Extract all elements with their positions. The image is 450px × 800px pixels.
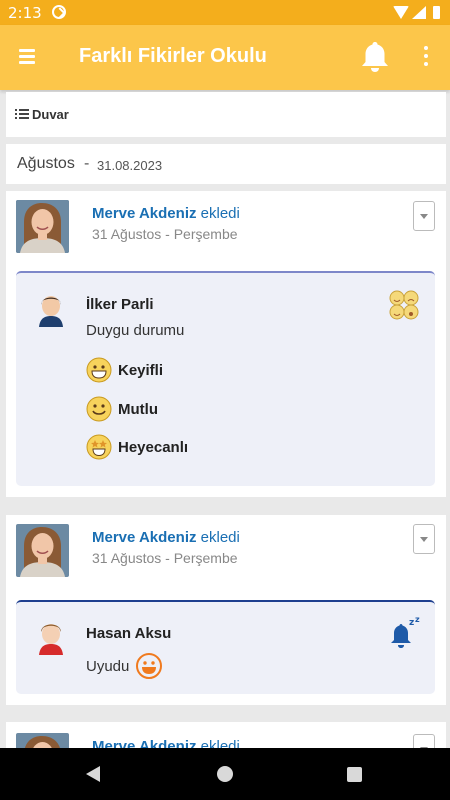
status-time: 2:13	[8, 4, 42, 22]
month-date: 31.08.2023	[97, 158, 163, 173]
student-avatar[interactable]	[33, 619, 69, 655]
student-name: İlker Parli	[86, 296, 154, 313]
post-author-line: Merve Akdeniz ekledi	[92, 529, 240, 546]
mood-label: Heyecanlı	[118, 438, 189, 456]
home-icon[interactable]	[217, 766, 233, 782]
student-name: Hasan Aksu	[86, 625, 172, 642]
activity-card: Hasan Aksu Uyudu z z	[16, 600, 435, 694]
status-bar: 2:13	[0, 0, 450, 25]
notification-icon	[52, 5, 66, 19]
card-text: Duygu durumu	[86, 322, 185, 339]
svg-text:z: z	[409, 618, 414, 628]
post-date: 31 Ağustos - Perşembe	[92, 226, 238, 242]
card-text: Uyudu	[86, 658, 130, 675]
author-avatar[interactable]	[16, 200, 69, 253]
wall-header[interactable]: Duvar	[6, 92, 446, 137]
activity-card: İlker Parli Duygu durumu Keyifli Mutlu H…	[16, 271, 435, 486]
post-action: ekledi	[200, 205, 240, 222]
smiling-face-icon	[86, 396, 112, 422]
wifi-icon	[393, 6, 409, 19]
post-author-line: Merve Akdeniz ekledi	[92, 205, 240, 222]
app-bar: Farklı Fikirler Okulu	[0, 25, 450, 90]
mood-row: Mutlu	[86, 395, 158, 423]
app-title: Farklı Fikirler Okulu	[79, 45, 267, 67]
system-nav-bar	[0, 748, 450, 800]
feed-post: Merve Akdeniz ekledi 31 Ağustos - Perşem…	[6, 191, 446, 497]
mood-label: Keyifli	[118, 361, 164, 379]
wall-label: Duvar	[32, 107, 69, 122]
emotions-icon	[389, 290, 419, 320]
list-icon	[15, 109, 29, 121]
post-options-dropdown[interactable]	[413, 201, 435, 231]
mood-row: Heyecanlı	[86, 433, 188, 461]
mood-label: Mutlu	[118, 400, 158, 418]
notification-bell-icon[interactable]	[359, 40, 391, 74]
post-options-dropdown[interactable]	[413, 524, 435, 554]
feed-post: Merve Akdeniz ekledi 31 Ağustos - Perşem…	[6, 515, 446, 705]
menu-icon[interactable]	[19, 49, 35, 65]
mood-row: Keyifli	[86, 356, 163, 384]
signal-icon	[412, 6, 426, 19]
student-avatar[interactable]	[33, 291, 69, 327]
sleep-bell-icon: z z	[391, 616, 420, 648]
star-struck-face-icon	[86, 434, 112, 460]
month-header: Ağustos - 31.08.2023	[6, 144, 446, 184]
post-action: ekledi	[200, 529, 240, 546]
more-options-icon[interactable]	[423, 46, 429, 68]
post-date: 31 Ağustos - Perşembe	[92, 550, 238, 566]
month-separator: -	[84, 155, 90, 172]
recent-apps-icon[interactable]	[347, 767, 362, 782]
svg-text:z: z	[415, 616, 420, 624]
month-name: Ağustos	[17, 155, 75, 172]
post-author[interactable]: Merve Akdeniz	[92, 205, 196, 222]
post-author[interactable]: Merve Akdeniz	[92, 529, 196, 546]
back-icon[interactable]	[86, 766, 100, 782]
smiling-face-icon	[136, 653, 162, 679]
battery-icon	[433, 6, 440, 19]
author-avatar[interactable]	[16, 524, 69, 577]
grinning-face-icon	[86, 357, 112, 383]
